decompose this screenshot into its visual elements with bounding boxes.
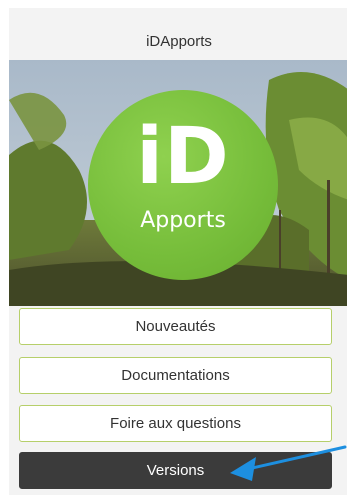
nouveautes-button[interactable]: Nouveautés	[19, 308, 332, 345]
hero-banner: iD Apports	[9, 60, 347, 306]
app-title: iDApports	[146, 33, 212, 50]
documentations-button[interactable]: Documentations	[19, 357, 332, 394]
arrow-icon	[230, 445, 347, 481]
logo-mark-text: iD	[136, 112, 230, 202]
idapports-logo: iD Apports	[88, 90, 278, 280]
logo-subtitle: Apports	[140, 208, 226, 233]
faq-button[interactable]: Foire aux questions	[19, 405, 332, 442]
